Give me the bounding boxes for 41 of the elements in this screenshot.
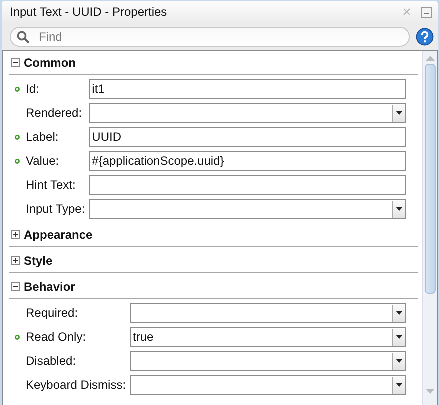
- property-label: Disabled:: [26, 354, 78, 368]
- property-label: Input Type:: [26, 202, 86, 216]
- property-label: Hint Text:: [26, 178, 77, 192]
- dropdown-arrow-icon[interactable]: [396, 111, 402, 115]
- expander-icon[interactable]: [11, 58, 20, 67]
- dropdown-field[interactable]: [130, 351, 406, 371]
- section-title[interactable]: Behavior: [24, 280, 76, 294]
- scrollbar[interactable]: [422, 51, 437, 405]
- property-label: Value:: [26, 154, 60, 168]
- dropdown-field[interactable]: [130, 303, 406, 323]
- expander-icon[interactable]: [11, 230, 20, 239]
- window-title: Input Text - UUID - Properties: [10, 5, 168, 19]
- minimize-icon[interactable]: [421, 6, 432, 18]
- dropdown-arrow-icon[interactable]: [396, 335, 402, 339]
- text-field[interactable]: it1: [89, 79, 406, 99]
- dropdown-arrow-icon[interactable]: [396, 311, 402, 315]
- search-icon: [17, 30, 30, 44]
- dropdown-arrow-icon[interactable]: [396, 383, 402, 387]
- property-label: Required:: [26, 306, 80, 320]
- help-icon[interactable]: [416, 28, 434, 46]
- text-field[interactable]: [89, 175, 406, 195]
- text-field[interactable]: UUID: [89, 127, 406, 147]
- property-label: Id:: [26, 82, 40, 96]
- dropdown-arrow-icon[interactable]: [396, 359, 402, 363]
- dropdown-field[interactable]: true: [130, 327, 406, 347]
- expander-icon[interactable]: [11, 256, 20, 265]
- search-field[interactable]: Find: [10, 26, 410, 46]
- scroll-thumb[interactable]: [424, 64, 436, 294]
- dropdown-field[interactable]: [130, 375, 406, 395]
- property-label: Keyboard Dismiss:: [26, 378, 128, 392]
- property-label: Label:: [26, 130, 60, 144]
- section-title[interactable]: Common: [24, 56, 76, 70]
- property-label: Read Only:: [26, 330, 88, 344]
- expander-icon[interactable]: [11, 282, 20, 291]
- section-title[interactable]: Appearance: [24, 228, 93, 242]
- dropdown-arrow-icon[interactable]: [396, 207, 402, 211]
- section-title[interactable]: Style: [24, 254, 53, 268]
- property-label: Rendered:: [26, 106, 84, 120]
- dropdown-field[interactable]: [89, 199, 406, 219]
- text-field[interactable]: #{applicationScope.uuid}: [89, 151, 406, 171]
- dropdown-field[interactable]: [89, 103, 406, 123]
